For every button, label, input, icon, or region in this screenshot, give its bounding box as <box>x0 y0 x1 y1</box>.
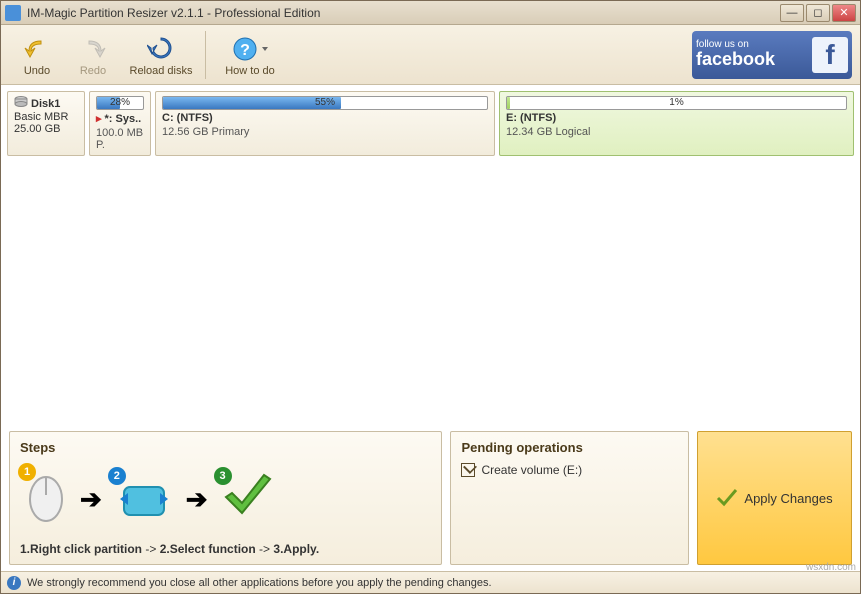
undo-label: Undo <box>9 65 65 77</box>
svg-text:?: ? <box>240 42 250 59</box>
partition-sub: 12.34 GB Logical <box>506 126 847 138</box>
chevron-down-icon <box>262 47 268 51</box>
reload-label: Reload disks <box>121 65 201 77</box>
redo-icon <box>65 33 121 65</box>
partition-c[interactable]: 55% C: (NTFS) 12.56 GB Primary <box>155 91 495 156</box>
redo-label: Redo <box>65 65 121 77</box>
usage-label: 1% <box>669 97 683 108</box>
apply-changes-button[interactable]: Apply Changes <box>697 431 852 565</box>
maximize-button[interactable]: ◻ <box>806 4 830 22</box>
checkbox-icon <box>461 463 475 477</box>
steps-title: Steps <box>20 440 431 455</box>
info-icon: i <box>7 576 21 590</box>
disk-card[interactable]: Disk1 Basic MBR 25.00 GB <box>7 91 85 156</box>
minimize-button[interactable]: — <box>780 4 804 22</box>
help-icon: ? <box>210 33 290 65</box>
pending-panel: Pending operations Create volume (E:) <box>450 431 689 565</box>
disk-name: Disk1 <box>31 98 60 110</box>
step-1: 1 <box>24 469 68 530</box>
titlebar: IM-Magic Partition Resizer v2.1.1 - Prof… <box>1 1 860 25</box>
toolbar: Undo Redo Reload disks ? How to do follo… <box>1 25 860 85</box>
partition-sub: 100.0 MB P. <box>96 127 144 151</box>
partition-name: E: (NTFS) <box>506 112 847 124</box>
disk-row: Disk1 Basic MBR 25.00 GB 28% ▸ *: Sys.. … <box>7 91 854 156</box>
usage-label: 55% <box>315 97 335 108</box>
apply-label: Apply Changes <box>744 491 832 506</box>
step-3: 3 <box>220 473 276 526</box>
partition-system[interactable]: 28% ▸ *: Sys.. 100.0 MB P. <box>89 91 151 156</box>
pending-title: Pending operations <box>461 440 678 455</box>
apply-icon <box>716 488 738 508</box>
status-text: We strongly recommend you close all othe… <box>27 577 492 589</box>
partition-e[interactable]: 1% E: (NTFS) 12.34 GB Logical <box>499 91 854 156</box>
partition-name: *: Sys.. <box>105 113 142 125</box>
partition-name: C: (NTFS) <box>162 112 488 124</box>
step-2: 2 <box>114 473 174 526</box>
toolbar-separator <box>205 31 206 79</box>
close-button[interactable]: ✕ <box>832 4 856 22</box>
howto-label: How to do <box>210 65 290 77</box>
steps-panel: Steps 1 ➔ 2 ➔ 3 <box>9 431 442 565</box>
partition-sub: 12.56 GB Primary <box>162 126 488 138</box>
redo-button[interactable]: Redo <box>65 33 121 77</box>
reload-disks-button[interactable]: Reload disks <box>121 33 201 77</box>
disk-size: 25.00 GB <box>14 123 78 135</box>
watermark: wsxdn.com <box>806 562 856 573</box>
fb-line2: facebook <box>696 50 775 70</box>
window-title: IM-Magic Partition Resizer v2.1.1 - Prof… <box>27 6 778 20</box>
flag-icon: ▸ <box>96 112 102 125</box>
pending-operation[interactable]: Create volume (E:) <box>461 463 678 477</box>
facebook-button[interactable]: follow us on facebook f <box>692 31 852 79</box>
reload-icon <box>121 33 201 65</box>
statusbar: i We strongly recommend you close all ot… <box>1 571 860 593</box>
undo-icon <box>9 33 65 65</box>
steps-text: 1.Right click partition -> 2.Select func… <box>20 542 431 556</box>
app-icon <box>5 5 21 21</box>
disk-type: Basic MBR <box>14 111 78 123</box>
bottom-panels: Steps 1 ➔ 2 ➔ 3 <box>7 431 854 565</box>
content-area: Disk1 Basic MBR 25.00 GB 28% ▸ *: Sys.. … <box>1 85 860 571</box>
undo-button[interactable]: Undo <box>9 33 65 77</box>
arrow-icon: ➔ <box>186 484 208 515</box>
how-to-do-button[interactable]: ? How to do <box>210 33 290 77</box>
operation-text: Create volume (E:) <box>481 463 582 477</box>
disk-icon <box>14 96 28 111</box>
facebook-icon: f <box>812 37 848 73</box>
arrow-icon: ➔ <box>80 484 102 515</box>
usage-label: 28% <box>110 97 130 108</box>
